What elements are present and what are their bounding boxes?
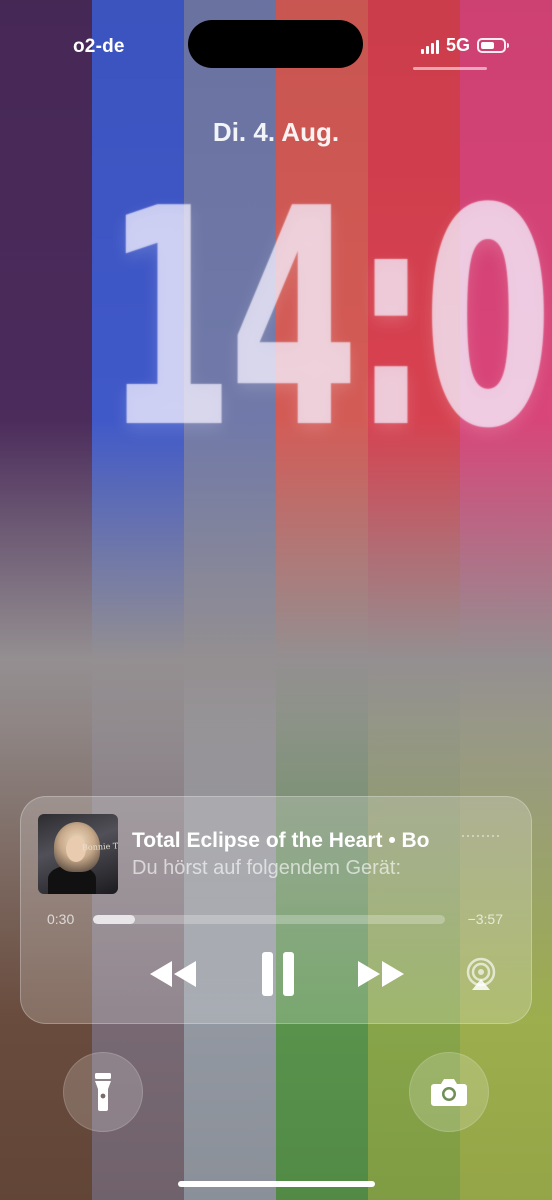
lock-date: Di. 4. Aug.	[212, 117, 340, 147]
battery-icon	[477, 38, 509, 53]
pause-icon	[262, 952, 294, 996]
airplay-button[interactable]	[461, 952, 501, 996]
home-indicator[interactable]	[178, 1181, 375, 1187]
song-title[interactable]: Total Eclipse of the Heart • Bo	[132, 829, 462, 853]
now-playing-widget[interactable]: Bonnie Tyler Total Eclipse of the Heart …	[20, 796, 532, 1024]
backward-icon	[150, 961, 196, 987]
camera-button[interactable]	[409, 1052, 489, 1132]
flashlight-icon	[95, 1073, 111, 1111]
camera-icon	[431, 1079, 467, 1106]
dynamic-island	[188, 20, 363, 68]
previous-track-button[interactable]	[145, 952, 201, 996]
airplay-icon	[466, 957, 496, 990]
album-art[interactable]: Bonnie Tyler	[38, 814, 118, 894]
remaining-time: −3:57	[467, 911, 503, 927]
flashlight-button[interactable]	[63, 1052, 143, 1132]
pause-button[interactable]	[253, 952, 303, 996]
progress-fill	[93, 915, 136, 924]
lock-clock: 14:03	[104, 145, 552, 494]
network-label: 5G	[445, 35, 470, 55]
progress-scrubber[interactable]	[93, 915, 445, 924]
album-art-artist-text: Bonnie Tyler	[81, 840, 118, 853]
control-center-handle[interactable]	[413, 67, 487, 70]
status-indicators: 5G	[420, 35, 509, 56]
next-track-button[interactable]	[353, 952, 409, 996]
forward-icon	[358, 961, 404, 987]
carrier-label: o2-de	[73, 36, 125, 57]
elapsed-time: 0:30	[47, 911, 75, 927]
more-dots-icon[interactable]	[462, 835, 499, 837]
signal-icon	[420, 38, 439, 54]
song-subtitle: Du hörst auf folgendem Gerät:	[132, 857, 402, 879]
